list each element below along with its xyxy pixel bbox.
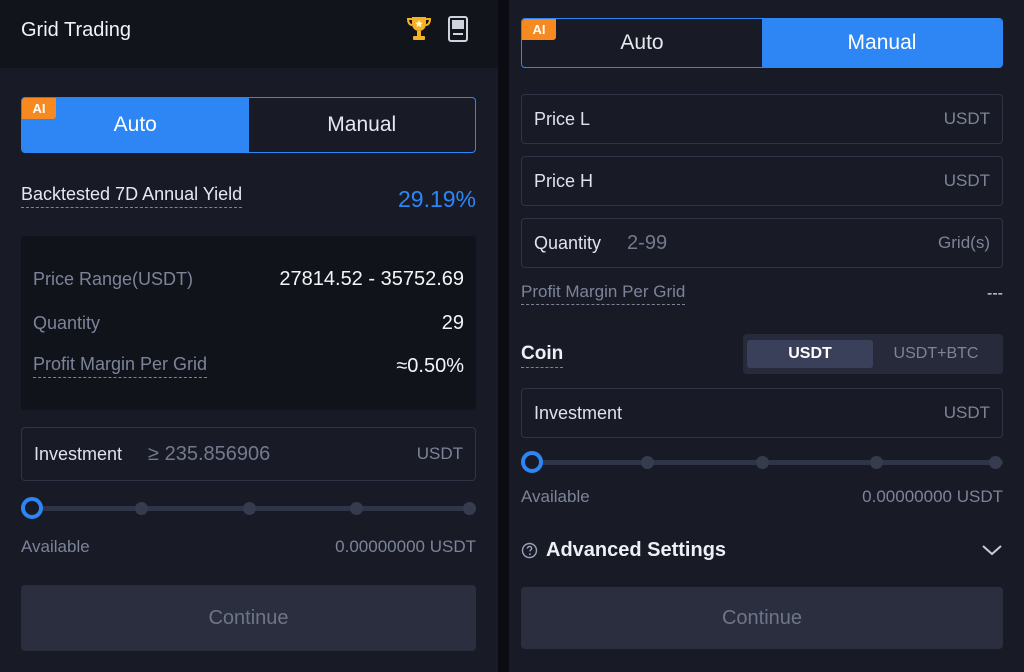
mode-toggle: AI Auto Manual	[521, 18, 1003, 68]
available-row: Available 0.00000000 USDT	[21, 537, 476, 557]
chevron-down-icon[interactable]	[981, 543, 1003, 557]
profit-margin-value: ≈0.50%	[396, 354, 464, 377]
coin-selector: USDT USDT+BTC	[743, 334, 1003, 374]
investment-unit: USDT	[416, 444, 463, 463]
available-value: 0.00000000 USDT	[335, 537, 476, 556]
investment-field[interactable]: Investment USDT	[521, 388, 1003, 438]
book-icon[interactable]	[446, 14, 470, 44]
ai-badge: AI	[522, 19, 556, 40]
coin-label[interactable]: Coin	[521, 343, 564, 368]
header-bar: Grid Trading	[0, 0, 498, 68]
slider-stop[interactable]	[989, 456, 1002, 469]
slider-stop[interactable]	[463, 502, 476, 515]
price-range-row: Price Range(USDT) 27814.52 - 35752.69	[33, 268, 464, 291]
quantity-row: Quantity 29	[33, 312, 464, 335]
available-value: 0.00000000 USDT	[862, 487, 1003, 506]
right-panel: AI Auto Manual Price L USDT Price H USDT…	[509, 0, 1024, 672]
mode-toggle: AI Auto Manual	[21, 97, 476, 153]
left-panel: Grid Trading AI Auto Manual Backtested 7…	[0, 0, 498, 672]
page-title: Grid Trading	[21, 19, 132, 41]
tab-auto[interactable]: Auto	[522, 19, 762, 67]
help-circle-icon[interactable]	[521, 542, 538, 559]
quantity-field[interactable]: Quantity 2-99 Grid(s)	[521, 218, 1003, 268]
tab-manual[interactable]: Manual	[249, 98, 476, 152]
investment-field[interactable]: Investment ≥ 235.856906 USDT	[21, 427, 476, 481]
quantity-label: Quantity	[534, 232, 602, 253]
available-label: Available	[521, 487, 590, 506]
trophy-icon[interactable]	[406, 14, 432, 44]
slider-stop[interactable]	[756, 456, 769, 469]
available-label: Available	[21, 537, 90, 556]
quantity-input[interactable]: 2-99	[627, 232, 667, 255]
price-high-label: Price H	[534, 170, 594, 191]
profit-margin-row: Profit Margin Per Grid ≈0.50%	[33, 354, 464, 378]
coin-option-usdt[interactable]: USDT	[747, 340, 873, 368]
tab-manual[interactable]: Manual	[762, 19, 1002, 67]
strategy-summary: Price Range(USDT) 27814.52 - 35752.69 Qu…	[21, 236, 476, 410]
investment-slider[interactable]	[21, 496, 476, 520]
price-high-field[interactable]: Price H USDT	[521, 156, 1003, 206]
slider-stop[interactable]	[641, 456, 654, 469]
continue-button[interactable]: Continue	[21, 585, 476, 651]
yield-value: 29.19%	[397, 186, 476, 212]
yield-label[interactable]: Backtested 7D Annual Yield	[21, 184, 243, 208]
profit-margin-row: Profit Margin Per Grid ---	[521, 282, 1003, 305]
quantity-label: Quantity	[33, 313, 101, 333]
available-row: Available 0.00000000 USDT	[521, 487, 1003, 507]
advanced-settings-toggle[interactable]: Advanced Settings	[521, 536, 1003, 564]
investment-label: Investment	[34, 443, 123, 464]
advanced-settings-label: Advanced Settings	[546, 538, 727, 561]
quantity-value: 29	[441, 312, 464, 334]
slider-thumb[interactable]	[521, 451, 543, 473]
profit-margin-label[interactable]: Profit Margin Per Grid	[33, 354, 208, 378]
quantity-unit: Grid(s)	[938, 233, 990, 252]
ai-badge: AI	[22, 98, 56, 119]
price-low-unit: USDT	[943, 109, 990, 128]
profit-margin-label[interactable]: Profit Margin Per Grid	[521, 282, 686, 305]
slider-stop[interactable]	[135, 502, 148, 515]
price-low-field[interactable]: Price L USDT	[521, 94, 1003, 144]
price-high-unit: USDT	[943, 171, 990, 190]
price-low-label: Price L	[534, 108, 591, 129]
investment-label: Investment	[534, 402, 623, 423]
slider-stop[interactable]	[350, 502, 363, 515]
slider-stop[interactable]	[243, 502, 256, 515]
investment-input[interactable]: ≥ 235.856906	[148, 443, 270, 466]
price-range-value: 27814.52 - 35752.69	[279, 268, 464, 290]
investment-slider[interactable]	[521, 450, 1003, 474]
slider-stop[interactable]	[870, 456, 883, 469]
coin-option-usdt-btc[interactable]: USDT+BTC	[873, 340, 999, 368]
profit-margin-value: ---	[987, 284, 1003, 302]
continue-button[interactable]: Continue	[521, 587, 1003, 649]
investment-unit: USDT	[943, 403, 990, 422]
price-range-label: Price Range(USDT)	[33, 269, 194, 289]
slider-thumb[interactable]	[21, 497, 43, 519]
